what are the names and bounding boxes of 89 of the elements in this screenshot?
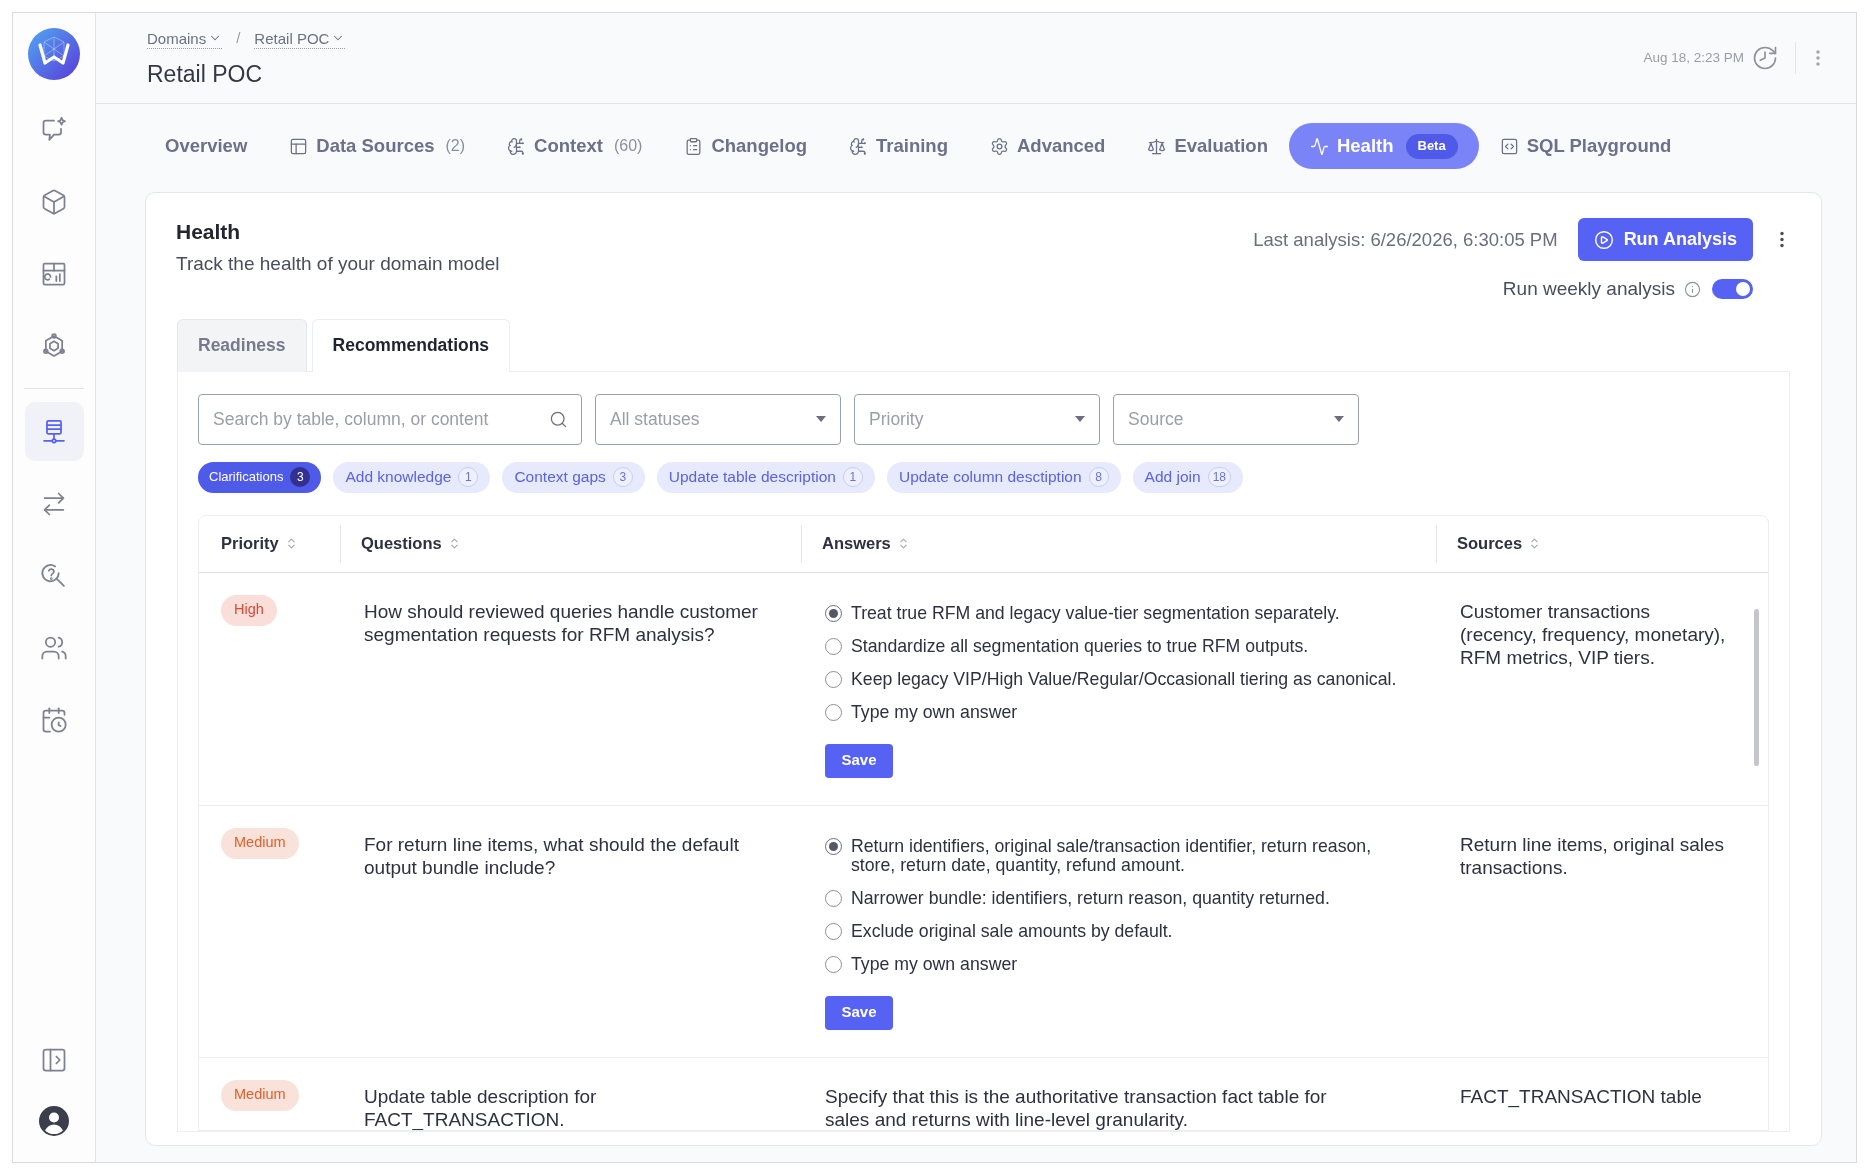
count-badge: 1	[842, 467, 863, 487]
section-title: Health	[176, 219, 242, 245]
beta-badge: Beta	[1405, 133, 1458, 159]
filter-chip[interactable]: Update table description 1	[656, 461, 875, 493]
breadcrumb-link[interactable]: Retail POC	[254, 28, 346, 49]
subtab[interactable]: Readiness	[177, 318, 307, 372]
count-badge: 3	[612, 467, 633, 487]
sources-text: Customer transactions (recency, frequency, monetary), RFM metrics, VIP tiers.	[1460, 599, 1727, 669]
run-analysis-button[interactable]: Run Analysis	[1577, 218, 1753, 261]
question-text: How should reviewed queries handle customer segmentation requests for RFM analysis?	[364, 599, 759, 646]
cube-icon	[40, 187, 68, 216]
answer-option: Standardize all segmentation queries to true RFM outputs.	[851, 636, 1309, 656]
toggle-switch[interactable]	[1712, 279, 1753, 300]
tab[interactable]: Evaluation	[1126, 123, 1289, 169]
tab[interactable]: Overview	[144, 123, 269, 169]
column-header[interactable]: Sources	[1457, 531, 1542, 556]
question-search-icon	[40, 561, 68, 590]
section-subtitle: Track the health of your domain model	[176, 252, 500, 276]
count-badge: 8	[1088, 467, 1109, 487]
subtab[interactable]: Recommendations	[311, 318, 511, 372]
sources-text: Return line items, original sales transactions.	[1460, 832, 1725, 879]
play-circle-icon	[1593, 229, 1614, 250]
caret-icon	[1075, 416, 1085, 422]
chat-sparkle-icon	[40, 115, 68, 144]
code-window-icon	[1499, 136, 1519, 156]
caret-icon	[1334, 416, 1344, 422]
scale-icon	[1147, 136, 1167, 156]
answer-option: Narrower bundle: identifiers, return reason, quantity returned.	[851, 888, 1330, 908]
question-text: Update table description for FACT_TRANSACTION.	[364, 1084, 598, 1130]
tab[interactable]: Training	[828, 123, 969, 169]
save-button[interactable]: Save	[825, 743, 893, 778]
calendar-clock-icon	[40, 705, 68, 734]
brain-circuit-icon	[507, 136, 527, 156]
answer-option: Exclude original sale amounts by default.	[851, 921, 1173, 941]
answer-option: Type my own answer	[851, 702, 1018, 722]
history-button[interactable]	[1751, 44, 1779, 72]
layout-icon	[289, 136, 309, 156]
filter-chip[interactable]: Add join 18	[1132, 461, 1243, 493]
tab[interactable]: Data Sources (2)	[268, 123, 487, 169]
pulse-icon	[1309, 136, 1329, 156]
brain-circuit-icon	[849, 136, 868, 156]
count-badge: 1	[458, 467, 479, 487]
tab[interactable]: Context (60)	[486, 123, 664, 169]
filter-chip[interactable]: Clarifications 3	[198, 461, 322, 493]
breadcrumb-separator: /	[236, 28, 241, 49]
caret-icon	[816, 416, 826, 422]
answer-option: Keep legacy VIP/High Value/Regular/Occasionall tiering as canonical.	[851, 669, 1397, 689]
filter-dropdown[interactable]: Priority	[854, 393, 1100, 445]
tab[interactable]: Health Beta	[1288, 123, 1479, 169]
column-header[interactable]: Questions	[361, 531, 461, 556]
info-icon	[1684, 280, 1701, 298]
logo-icon[interactable]	[28, 28, 80, 80]
column-header[interactable]: Priority	[221, 531, 298, 556]
search-icon	[549, 409, 568, 429]
priority-badge: Medium	[221, 1079, 299, 1111]
user-avatar-icon[interactable]	[39, 1106, 69, 1136]
settings-icon	[989, 136, 1009, 156]
column-header[interactable]: Answers	[822, 531, 910, 556]
more-icon	[1816, 50, 1820, 66]
priority-badge: High	[221, 594, 277, 626]
more-icon	[1780, 231, 1784, 248]
sources-text: FACT_TRANSACTION table	[1460, 1084, 1703, 1108]
answer-text: Specify that this is the authoritative transaction fact table for sales and returns with line-level granularity.	[825, 1084, 1328, 1130]
question-text: For return line items, what should the default output bundle include?	[364, 832, 740, 879]
timestamp: Aug 18, 2:23 PM	[1643, 48, 1744, 67]
filter-chip[interactable]: Add knowledge 1	[333, 461, 491, 493]
breadcrumb-link[interactable]: Domains	[147, 28, 223, 49]
sidebar-item[interactable]	[24, 402, 84, 461]
save-button[interactable]: Save	[825, 995, 893, 1030]
filter-chip[interactable]: Update column desctiption 8	[886, 461, 1121, 493]
last-analysis-text: Last analysis: 6/26/2026, 6:30:05 PM	[1253, 227, 1558, 252]
list-node-icon	[40, 417, 68, 446]
count-badge: 18	[1207, 467, 1231, 487]
tab[interactable]: Changelog	[663, 123, 828, 169]
weekly-analysis-label: Run weekly analysis	[1502, 277, 1675, 301]
hexagon-nodes-icon	[40, 331, 68, 360]
filter-chip[interactable]: Context gaps 3	[502, 461, 645, 493]
tab[interactable]: SQL Playground	[1478, 123, 1693, 169]
search-field[interactable]: Search by table, column, or content	[198, 393, 582, 445]
filter-dropdown[interactable]: All statuses	[595, 393, 841, 445]
answer-option: Treat true RFM and legacy value-tier segmentation separately.	[851, 603, 1340, 623]
answer-option: Return identifiers, original sale/transaction identifier, return reason, store, return date, quantity, refund amount.	[851, 836, 1411, 875]
answer-option: Type my own answer	[851, 954, 1018, 974]
count-badge: 3	[290, 467, 311, 487]
priority-badge: Medium	[221, 827, 299, 859]
tab[interactable]: Advanced	[968, 123, 1127, 169]
page-title: Retail POC	[147, 59, 264, 89]
filter-dropdown[interactable]: Source	[1113, 393, 1359, 445]
history-icon	[1751, 44, 1779, 72]
